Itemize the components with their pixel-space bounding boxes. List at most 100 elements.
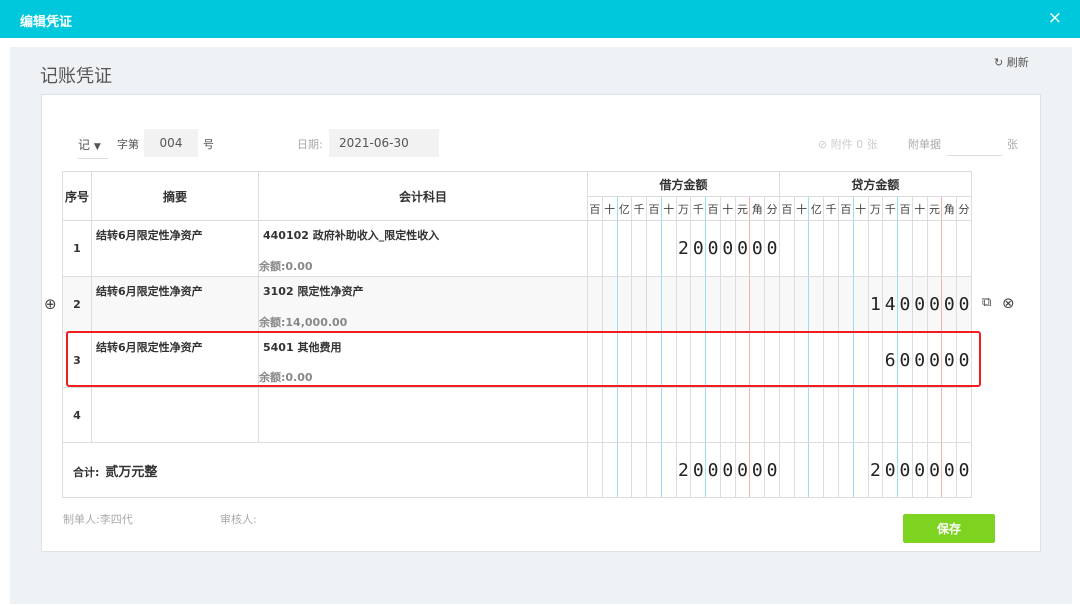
debit-digit-cell[interactable] (749, 332, 766, 388)
credit-digit-cell[interactable] (838, 387, 854, 443)
total-credit-digit-cell[interactable]: 2 (867, 442, 884, 498)
credit-digit-cell[interactable] (793, 276, 810, 333)
total-debit-digit-cell[interactable]: 2 (675, 442, 692, 498)
summary-cell[interactable]: 结转6月限定性净资产 (91, 220, 259, 277)
total-debit-digit-cell[interactable] (601, 442, 618, 498)
debit-digit-cell[interactable] (764, 387, 780, 443)
credit-digit-cell[interactable]: 0 (926, 332, 943, 388)
credit-digit-cell[interactable]: 4 (882, 276, 899, 333)
debit-digit-cell[interactable] (719, 276, 736, 333)
total-debit-digit-cell[interactable]: 0 (749, 442, 766, 498)
copy-row-icon[interactable]: ⧉ (982, 295, 991, 310)
total-credit-digit-cell[interactable]: 0 (956, 442, 972, 498)
debit-digit-cell[interactable] (616, 276, 633, 333)
refresh-button[interactable]: ↻ 刷新 (994, 54, 1029, 70)
credit-digit-cell[interactable]: 0 (926, 276, 943, 333)
debit-digit-cell[interactable] (601, 332, 618, 388)
debit-digit-cell[interactable] (749, 276, 766, 333)
credit-digit-cell[interactable] (926, 220, 943, 277)
credit-digit-cell[interactable] (823, 276, 840, 333)
total-debit-digit-cell[interactable] (616, 442, 633, 498)
debit-digit-cell[interactable] (616, 332, 633, 388)
total-credit-digit-cell[interactable]: 0 (911, 442, 928, 498)
credit-digit-cell[interactable]: 0 (897, 276, 913, 333)
summary-cell[interactable]: 结转6月限定性净资产 (91, 332, 259, 388)
debit-digit-cell[interactable] (646, 276, 662, 333)
credit-digit-cell[interactable]: 0 (956, 332, 972, 388)
debit-digit-cell[interactable] (601, 387, 618, 443)
debit-digit-cell[interactable] (734, 332, 751, 388)
credit-digit-cell[interactable] (808, 220, 825, 277)
credit-digit-cell[interactable] (823, 387, 840, 443)
add-row-icon[interactable]: ⊕ (44, 295, 57, 313)
credit-digit-cell[interactable] (778, 387, 795, 443)
debit-digit-cell[interactable] (631, 387, 648, 443)
total-credit-digit-cell[interactable]: 0 (897, 442, 913, 498)
credit-digit-cell[interactable] (882, 387, 899, 443)
credit-digit-cell[interactable] (778, 276, 795, 333)
debit-digit-cell[interactable] (749, 387, 766, 443)
debit-digit-cell[interactable]: 0 (719, 220, 736, 277)
total-credit-digit-cell[interactable] (852, 442, 869, 498)
credit-digit-cell[interactable] (956, 220, 972, 277)
account-cell[interactable]: 5401 其他费用 余额:0.00 (258, 332, 588, 388)
total-debit-digit-cell[interactable] (631, 442, 648, 498)
debit-digit-cell[interactable] (705, 276, 721, 333)
total-credit-digit-cell[interactable] (793, 442, 810, 498)
debit-digit-cell[interactable]: 0 (690, 220, 707, 277)
save-button[interactable]: 保存 (903, 514, 995, 543)
debit-digit-cell[interactable]: 2 (675, 220, 692, 277)
credit-digit-cell[interactable]: 0 (941, 332, 958, 388)
debit-digit-cell[interactable] (719, 387, 736, 443)
debit-digit-cell[interactable] (616, 387, 633, 443)
credit-digit-cell[interactable] (852, 387, 869, 443)
debit-digit-cell[interactable] (587, 332, 603, 388)
total-credit-digit-cell[interactable]: 0 (926, 442, 943, 498)
credit-digit-cell[interactable] (867, 332, 884, 388)
total-debit-digit-cell[interactable] (660, 442, 677, 498)
credit-digit-cell[interactable] (808, 332, 825, 388)
credit-digit-cell[interactable] (926, 387, 943, 443)
debit-digit-cell[interactable] (646, 332, 662, 388)
account-cell[interactable] (258, 387, 588, 443)
debit-digit-cell[interactable] (587, 276, 603, 333)
credit-digit-cell[interactable] (823, 220, 840, 277)
debit-digit-cell[interactable]: 0 (705, 220, 721, 277)
total-debit-digit-cell[interactable]: 0 (705, 442, 721, 498)
debit-digit-cell[interactable] (734, 276, 751, 333)
debit-digit-cell[interactable] (660, 387, 677, 443)
credit-digit-cell[interactable] (852, 276, 869, 333)
credit-digit-cell[interactable] (941, 387, 958, 443)
debit-digit-cell[interactable] (601, 276, 618, 333)
debit-digit-cell[interactable] (705, 387, 721, 443)
credit-digit-cell[interactable] (941, 220, 958, 277)
debit-digit-cell[interactable] (646, 387, 662, 443)
credit-digit-cell[interactable] (956, 387, 972, 443)
credit-digit-cell[interactable] (911, 220, 928, 277)
total-debit-digit-cell[interactable]: 0 (734, 442, 751, 498)
credit-digit-cell[interactable] (867, 220, 884, 277)
summary-cell[interactable]: 结转6月限定性净资产 (91, 276, 259, 333)
summary-cell[interactable] (91, 387, 259, 443)
debit-digit-cell[interactable] (616, 220, 633, 277)
voucher-number-input[interactable]: 004 (144, 129, 198, 157)
debit-digit-cell[interactable] (675, 332, 692, 388)
debit-digit-cell[interactable] (764, 332, 780, 388)
credit-digit-cell[interactable] (838, 332, 854, 388)
total-credit-digit-cell[interactable] (778, 442, 795, 498)
debit-digit-cell[interactable] (631, 276, 648, 333)
credit-digit-cell[interactable] (823, 332, 840, 388)
debit-digit-cell[interactable] (646, 220, 662, 277)
close-icon[interactable]: × (1048, 8, 1062, 28)
debit-digit-cell[interactable] (660, 332, 677, 388)
voucher-type-select[interactable]: 记 ▼ (78, 136, 108, 159)
attachment-link[interactable]: ⊘ 附件 0 张 (818, 136, 878, 152)
credit-digit-cell[interactable]: 1 (867, 276, 884, 333)
delete-row-icon[interactable]: ⊗ (1002, 294, 1015, 312)
total-debit-digit-cell[interactable] (646, 442, 662, 498)
credit-digit-cell[interactable] (793, 220, 810, 277)
credit-digit-cell[interactable] (838, 220, 854, 277)
credit-digit-cell[interactable] (852, 220, 869, 277)
credit-digit-cell[interactable] (911, 387, 928, 443)
debit-digit-cell[interactable] (660, 220, 677, 277)
